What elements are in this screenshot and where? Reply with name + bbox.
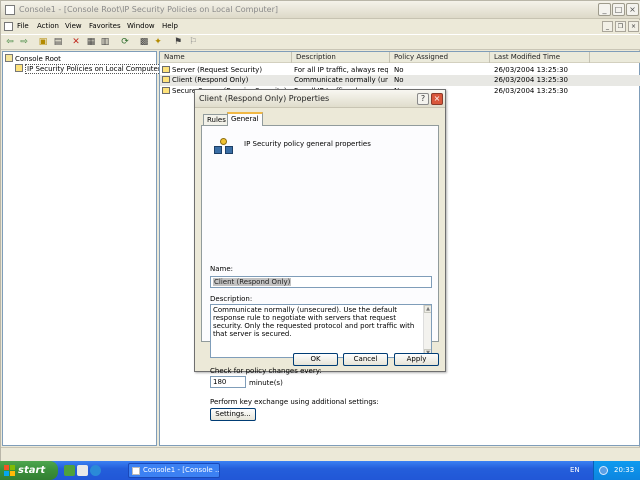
minimize-button[interactable]: _ [598, 3, 611, 16]
ok-button[interactable]: OK [293, 353, 338, 366]
panel-heading: IP Security policy general properties [244, 140, 371, 148]
tab-general[interactable]: General [227, 112, 263, 126]
scroll-up-icon[interactable]: ▲ [424, 305, 431, 313]
settings-button[interactable]: Settings... [210, 408, 256, 421]
menu-bar: File Action View Favorites Window Help _… [1, 20, 640, 33]
row-name-text: Server (Request Security) [172, 66, 263, 74]
description-text: Communicate normally (unsecured). Use th… [213, 306, 415, 338]
clock[interactable]: 20:33 [614, 466, 634, 474]
properties-dialog: Client (Respond Only) Properties ? × Rul… [194, 89, 446, 421]
taskbar-console-button[interactable]: Console1 - [Console ... [128, 463, 220, 478]
quicklaunch-explorer-icon[interactable] [77, 465, 88, 476]
name-field-value: Client (Respond Only) [213, 278, 292, 286]
maximize-button[interactable]: □ [612, 3, 625, 16]
policy-icon [162, 76, 170, 83]
row-name-text: Client (Respond Only) [172, 76, 249, 84]
status-bar [1, 447, 640, 461]
dialog-close-button[interactable]: × [431, 93, 443, 105]
network-icon[interactable] [599, 466, 608, 475]
menu-favorites[interactable]: Favorites [89, 22, 121, 30]
back-icon[interactable]: ⇦ [4, 37, 16, 48]
menu-window[interactable]: Window [127, 22, 155, 30]
policy-icon [162, 66, 170, 73]
minutes-label: minute(s) [249, 379, 283, 387]
quicklaunch-ie-icon[interactable] [90, 465, 101, 476]
console-task-icon [132, 467, 140, 475]
system-tray: 20:33 [593, 461, 640, 480]
general-tab-panel: IP Security policy general properties Na… [201, 125, 439, 421]
export-list-icon[interactable]: ▥ [99, 37, 111, 48]
column-policy-assigned[interactable]: Policy Assigned [390, 52, 490, 63]
policy-icon [162, 87, 170, 94]
menu-file[interactable]: File [17, 22, 29, 30]
assign-icon[interactable]: ⚐ [187, 37, 199, 48]
new-policy-icon[interactable]: ✦ [152, 37, 164, 48]
delete-icon[interactable]: ✕ [70, 37, 82, 48]
key-exchange-label: Perform key exchange using additional se… [210, 398, 379, 406]
toolbar: ⇦ ⇨ ▣ ▤ ✕ ▦ ▥ ⟳ ▩ ✦ ⚑ ⚐ [1, 34, 640, 50]
table-row[interactable]: Client (Respond Only) Communicate normal… [160, 75, 640, 86]
description-scrollbar[interactable]: ▲ ▼ [423, 305, 431, 357]
language-indicator[interactable]: EN [570, 466, 580, 474]
mdi-restore-button[interactable]: ❐ [615, 21, 626, 32]
column-description[interactable]: Description [292, 52, 390, 63]
row-modified: 26/03/2004 13:25:30 [494, 76, 569, 84]
tree-item-ip-security[interactable]: IP Security Policies on Local Computer [15, 64, 163, 74]
check-interval-label: Check for policy changes every: [210, 367, 322, 375]
column-name[interactable]: Name [160, 52, 292, 63]
mdi-close-button[interactable]: × [628, 21, 639, 32]
tree-item-console-root[interactable]: Console Root [5, 54, 61, 63]
close-button[interactable]: × [626, 3, 639, 16]
ipsec-icon [15, 64, 23, 72]
column-last-modified[interactable]: Last Modified Time [490, 52, 590, 63]
row-assigned: No [394, 76, 404, 84]
tree-root-label: Console Root [15, 55, 61, 63]
row-name: Client (Respond Only) [162, 75, 290, 86]
menu-action[interactable]: Action [37, 22, 59, 30]
dialog-title: Client (Respond Only) Properties [199, 94, 330, 103]
tree-child-label: IP Security Policies on Local Computer [25, 64, 163, 74]
cancel-button[interactable]: Cancel [343, 353, 388, 366]
row-modified: 26/03/2004 13:25:30 [494, 87, 569, 95]
check-interval-value: 180 [213, 378, 227, 386]
name-label: Name: [210, 265, 234, 273]
windows-logo-icon [4, 465, 15, 476]
dialog-title-bar: Client (Respond Only) Properties ? × [195, 90, 445, 108]
taskbar: start Console1 - [Console ... EN 20:33 [0, 461, 640, 480]
start-label: start [18, 465, 46, 476]
up-folder-icon[interactable]: ▣ [37, 37, 49, 48]
dialog-help-button[interactable]: ? [417, 93, 429, 105]
description-label: Description: [210, 295, 253, 303]
check-interval-field[interactable]: 180 [210, 376, 246, 388]
forward-icon[interactable]: ⇨ [18, 37, 30, 48]
ip-security-policy-icon [214, 138, 234, 156]
manage-filters-icon[interactable]: ⚑ [172, 37, 184, 48]
child-window-icon[interactable] [4, 22, 13, 31]
mdi-minimize-button[interactable]: _ [602, 21, 613, 32]
console-app-icon [5, 5, 15, 15]
show-hide-tree-icon[interactable]: ▤ [52, 37, 64, 48]
start-button[interactable]: start [0, 461, 58, 480]
task-label: Console1 - [Console ... [143, 466, 220, 474]
folder-icon [5, 54, 13, 62]
help-icon[interactable]: ▩ [138, 37, 150, 48]
menu-help[interactable]: Help [162, 22, 178, 30]
list-header: Name Description Policy Assigned Last Mo… [160, 52, 640, 63]
refresh-icon[interactable]: ⟳ [119, 37, 131, 48]
name-field[interactable]: Client (Respond Only) [210, 276, 432, 288]
row-description: Communicate normally (uns... [294, 76, 388, 84]
tree-pane: Console Root IP Security Policies on Loc… [2, 51, 163, 446]
quicklaunch-desktop-icon[interactable] [64, 465, 75, 476]
description-field[interactable]: Communicate normally (unsecured). Use th… [210, 304, 432, 358]
properties-icon[interactable]: ▦ [85, 37, 97, 48]
title-bar: Console1 - [Console Root\IP Security Pol… [1, 1, 640, 19]
window-title: Console1 - [Console Root\IP Security Pol… [19, 5, 278, 14]
menu-view[interactable]: View [65, 22, 82, 30]
apply-button[interactable]: Apply [394, 353, 439, 366]
